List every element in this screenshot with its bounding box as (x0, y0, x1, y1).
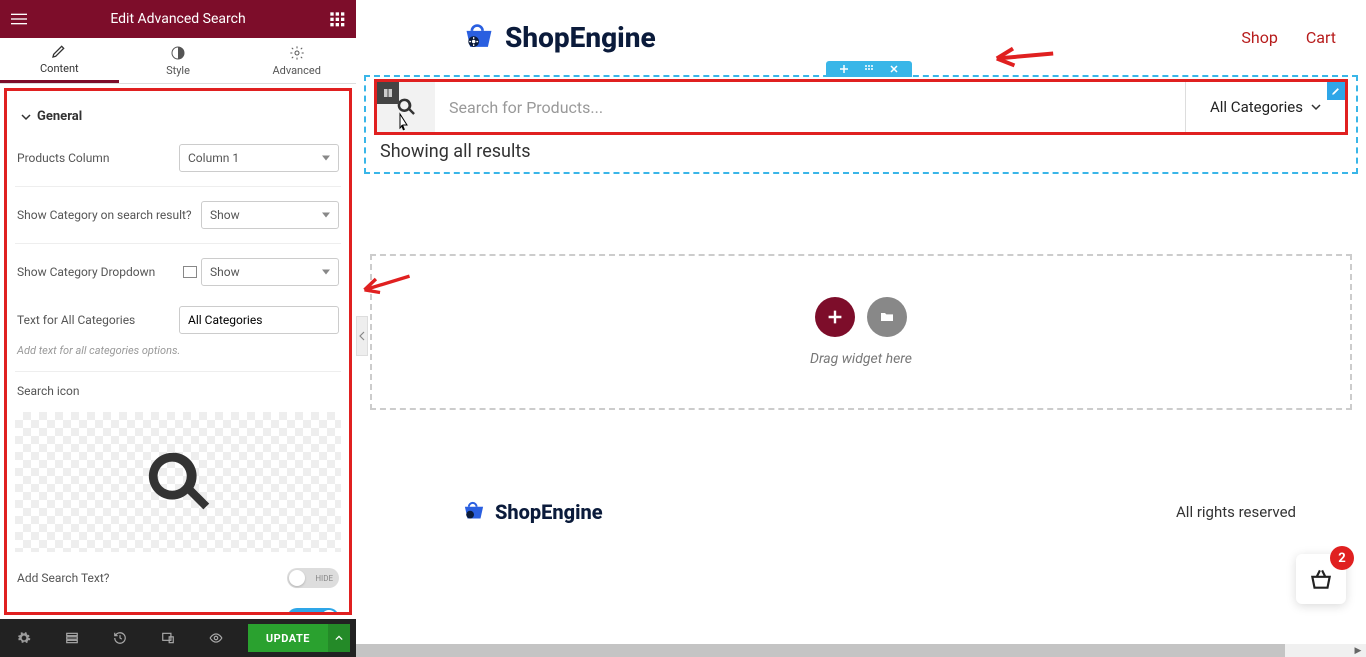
update-button[interactable]: UPDATE (248, 624, 328, 652)
logo-text: ShopEngine (505, 21, 656, 54)
logo-icon (461, 500, 487, 524)
tab-content-label: Content (40, 62, 79, 75)
search-input[interactable] (435, 82, 1185, 132)
tab-advanced-label: Advanced (272, 64, 320, 77)
site-logo[interactable]: ShopEngine (461, 21, 656, 54)
chevron-down-icon (1311, 102, 1321, 112)
drop-zone-hint: Drag widget here (810, 351, 912, 367)
cart-count-badge: 2 (1330, 546, 1354, 570)
field-show-category-dropdown: Show Category Dropdown Show (15, 248, 341, 296)
accordion-general[interactable]: General (15, 99, 341, 134)
advanced-search-widget: All Categories (374, 79, 1348, 135)
search-icon (143, 447, 213, 517)
cursor-icon (395, 112, 413, 138)
select-show-category-result[interactable]: Show (201, 201, 339, 229)
scrollbar-thumb[interactable] (356, 644, 1285, 657)
sidebar-title: Edit Advanced Search (28, 11, 328, 27)
caret-down-icon (21, 112, 31, 122)
hint-all-categories: Add text for all categories options. (15, 344, 341, 367)
label-products-column: Products Column (17, 151, 179, 165)
toggle-add-search-text[interactable]: HIDE (287, 568, 339, 588)
tab-advanced[interactable]: Advanced (237, 38, 356, 83)
sidebar-header: Edit Advanced Search (0, 0, 356, 38)
navigator-icon[interactable] (48, 619, 96, 657)
footer-logo-text: ShopEngine (495, 500, 603, 524)
field-products-column: Products Column Column 1 (15, 134, 341, 182)
footer-logo[interactable]: ShopEngine (461, 500, 603, 524)
responsive-mode-icon[interactable] (144, 619, 192, 657)
label-show-category-dropdown: Show Category Dropdown (17, 265, 179, 279)
select-show-category-dropdown[interactable]: Show (201, 258, 339, 286)
label-hide-image: Hide Image from Search? (17, 611, 287, 615)
tab-style[interactable]: Style (119, 38, 238, 83)
drop-zone-actions (815, 297, 907, 337)
preview-canvas: ShopEngine Shop Cart All Categories (356, 0, 1366, 644)
site-footer: ShopEngine All rights reserved (356, 480, 1366, 544)
settings-icon[interactable] (0, 619, 48, 657)
template-library-button[interactable] (867, 297, 907, 337)
nav-cart[interactable]: Cart (1306, 28, 1336, 47)
update-caret[interactable] (328, 624, 350, 652)
sidebar-footer: UPDATE (0, 619, 356, 657)
logo-icon (461, 22, 497, 54)
nav-shop[interactable]: Shop (1241, 28, 1277, 47)
toggle-hide-image[interactable]: SHOW (287, 608, 339, 615)
scroll-right-arrow[interactable]: ▶ (1350, 644, 1366, 657)
widget-drop-zone[interactable]: Drag widget here (370, 254, 1352, 410)
panel-general: General Products Column Column 1 Show Ca… (4, 88, 352, 615)
menu-icon[interactable] (10, 10, 28, 28)
add-section-icon[interactable] (839, 64, 849, 74)
editor-tabs: Content Style Advanced (0, 38, 356, 84)
field-show-category-result: Show Category on search result? Show (15, 191, 341, 239)
drag-section-icon[interactable] (864, 64, 874, 74)
history-icon[interactable] (96, 619, 144, 657)
editor-sidebar: Edit Advanced Search Content Style Advan… (0, 0, 356, 657)
panel-collapse-handle[interactable] (356, 316, 368, 356)
tab-style-label: Style (166, 64, 190, 77)
add-widget-button[interactable] (815, 297, 855, 337)
widget-edit-handle[interactable] (1327, 82, 1345, 100)
horizontal-scrollbar[interactable]: ▶ (356, 644, 1366, 657)
field-text-all-categories: Text for All Categories (15, 296, 341, 344)
column-edit-handle[interactable] (377, 82, 399, 104)
select-products-column[interactable]: Column 1 (179, 144, 339, 172)
search-icon-preview[interactable] (15, 412, 341, 552)
tab-content[interactable]: Content (0, 38, 119, 83)
footer-rights: All rights reserved (1176, 503, 1296, 521)
accordion-title: General (37, 109, 82, 124)
responsive-icon[interactable] (183, 266, 197, 278)
delete-section-icon[interactable] (889, 64, 899, 74)
input-text-all-categories[interactable] (179, 306, 339, 334)
field-hide-image: Hide Image from Search? SHOW (15, 598, 341, 615)
site-nav: Shop Cart (1241, 28, 1336, 47)
apps-icon[interactable] (328, 10, 346, 28)
basket-icon (1308, 566, 1334, 592)
label-add-search-text: Add Search Text? (17, 571, 287, 585)
preview-icon[interactable] (192, 619, 240, 657)
label-show-category-result: Show Category on search result? (17, 208, 201, 222)
label-search-icon: Search icon (15, 376, 341, 406)
field-add-search-text: Add Search Text? HIDE (15, 558, 341, 598)
floating-cart-button[interactable]: 2 (1296, 554, 1346, 604)
category-dropdown[interactable]: All Categories (1185, 82, 1345, 132)
label-text-all-categories: Text for All Categories (17, 313, 179, 327)
results-heading: Showing all results (366, 141, 1356, 172)
section-outline: All Categories Showing all results (364, 75, 1358, 174)
